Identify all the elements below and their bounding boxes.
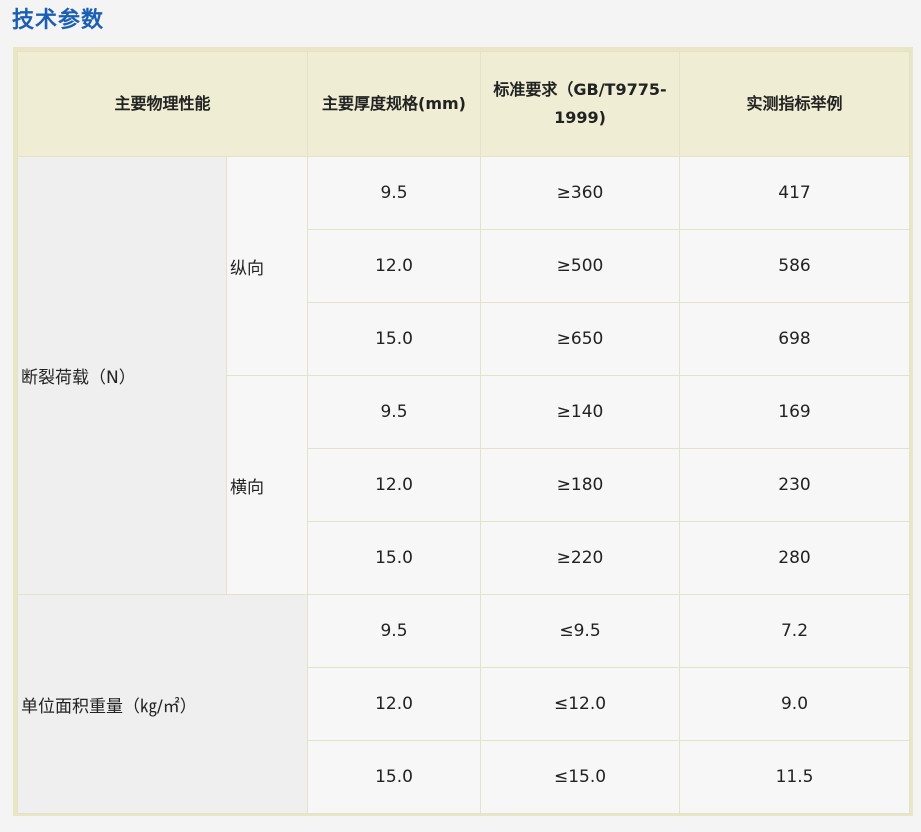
- cell-standard: ≥220: [480, 521, 681, 595]
- cell-standard: ≤9.5: [480, 594, 681, 668]
- group-unit-weight: 单位面积重量（㎏/㎡）: [16, 594, 309, 814]
- cell-standard: ≥650: [480, 302, 681, 376]
- cell-thickness: 9.5: [307, 156, 482, 230]
- cell-measured: 280: [679, 521, 911, 595]
- header-standard: 标准要求（GB/T9775-1999): [480, 51, 681, 157]
- direction-transverse: 横向: [225, 375, 309, 595]
- table-row: 断裂荷载（N） 纵向 9.5 ≥360 417: [17, 156, 911, 595]
- cell-thickness: 15.0: [307, 302, 482, 376]
- cell-standard: ≥360: [480, 156, 681, 230]
- header-measured: 实测指标举例: [679, 51, 911, 157]
- group-breaking-load: 断裂荷载（N）: [17, 156, 227, 595]
- direction-longitudinal: 纵向: [225, 156, 309, 376]
- spec-table: 主要物理性能 主要厚度规格(mm) 标准要求（GB/T9775-1999) 实测…: [16, 51, 911, 814]
- cell-thickness: 12.0: [307, 667, 482, 741]
- cell-standard: ≥140: [480, 375, 681, 449]
- cell-standard: ≤15.0: [480, 740, 681, 814]
- cell-measured: 417: [679, 156, 911, 230]
- cell-thickness: 15.0: [307, 521, 482, 595]
- cell-measured: 9.0: [679, 667, 911, 741]
- section-title: 技术参数: [12, 8, 105, 33]
- table-row: 单位面积重量（㎏/㎡） 9.5 ≤9.5 7.2: [16, 594, 911, 814]
- cell-measured: 698: [679, 302, 911, 376]
- spec-table-frame: 主要物理性能 主要厚度规格(mm) 标准要求（GB/T9775-1999) 实测…: [13, 47, 913, 816]
- cell-measured: 586: [679, 229, 911, 303]
- cell-measured: 230: [679, 448, 911, 522]
- cell-standard: ≥180: [480, 448, 681, 522]
- cell-standard: ≥500: [480, 229, 681, 303]
- cell-measured: 169: [679, 375, 911, 449]
- table-header-row: 主要物理性能 主要厚度规格(mm) 标准要求（GB/T9775-1999) 实测…: [16, 51, 911, 157]
- cell-thickness: 9.5: [307, 594, 482, 668]
- header-property: 主要物理性能: [16, 51, 309, 157]
- cell-thickness: 15.0: [307, 740, 482, 814]
- cell-measured: 11.5: [679, 740, 911, 814]
- cell-thickness: 12.0: [307, 448, 482, 522]
- cell-measured: 7.2: [679, 594, 911, 668]
- cell-thickness: 12.0: [307, 229, 482, 303]
- cell-standard: ≤12.0: [480, 667, 681, 741]
- header-thickness: 主要厚度规格(mm): [307, 51, 482, 157]
- cell-thickness: 9.5: [307, 375, 482, 449]
